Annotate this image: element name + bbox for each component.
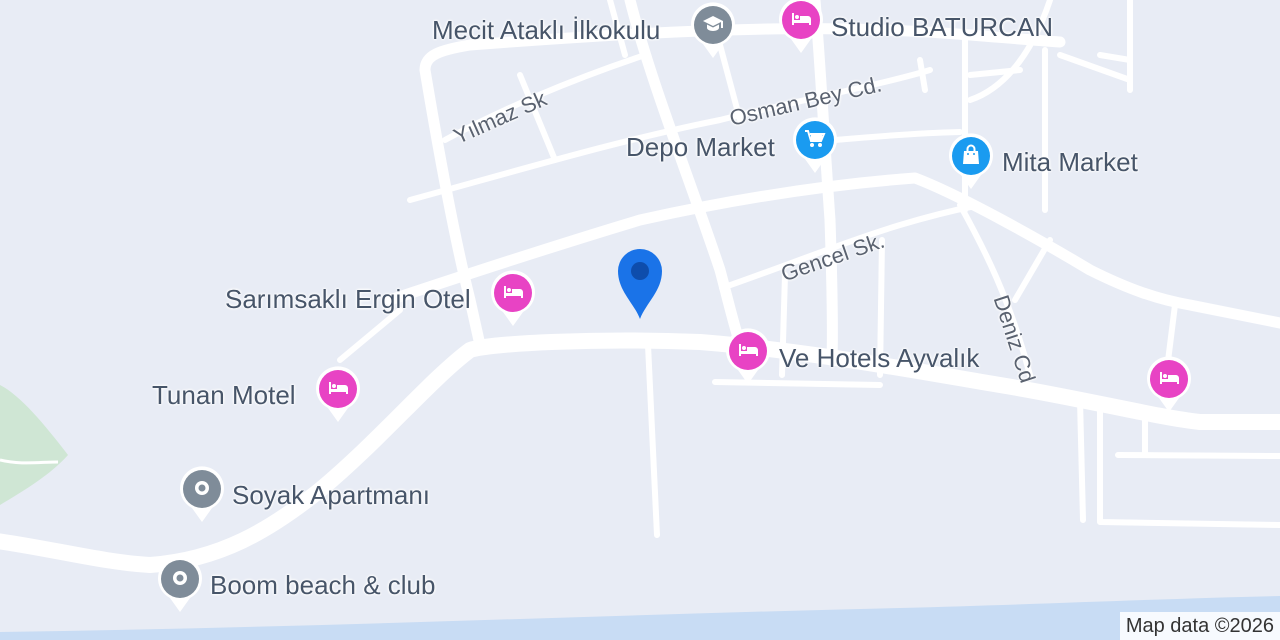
road-minor-19 [1012, 237, 1053, 303]
lodging-pin-studio[interactable] [777, 0, 825, 55]
bed-icon [1160, 372, 1179, 384]
road-minor-5 [832, 129, 963, 143]
place-label-depo[interactable]: Depo Market [626, 132, 775, 162]
circle-icon [195, 481, 209, 495]
generic-pin-boom[interactable] [156, 556, 204, 614]
place-label-ve-hotels[interactable]: Ve Hotels Ayvalık [779, 343, 979, 373]
bed-icon [329, 382, 348, 394]
shopping-pin-mita[interactable] [947, 133, 995, 191]
school-icon [703, 16, 723, 31]
place-label-ergin[interactable]: Sarımsaklı Ergin Otel [225, 284, 471, 314]
lodging-pin-unlabeled[interactable] [1145, 356, 1193, 414]
bed-icon [792, 13, 811, 25]
place-label-tunan[interactable]: Tunan Motel [152, 380, 296, 410]
road-minor-9 [645, 342, 660, 538]
map-attribution[interactable]: Map data ©2026 [1119, 612, 1280, 640]
shopping-bag-icon [963, 144, 979, 164]
road-minor-24 [1115, 452, 1280, 459]
lodging-pin-ergin[interactable] [489, 270, 537, 328]
bed-icon [739, 344, 758, 356]
circle-icon [173, 571, 187, 585]
place-label-school[interactable]: Mecit Ataklı İlkokulu [432, 15, 660, 45]
road-minor-17 [1097, 52, 1133, 63]
bed-icon [504, 286, 523, 298]
lodging-pin-ve-hotels[interactable] [724, 328, 772, 386]
coastal-road [0, 332, 1280, 573]
school-pin[interactable] [689, 2, 737, 60]
park-area [0, 385, 68, 505]
shopping-pin-depo[interactable] [791, 117, 839, 175]
lodging-pin-tunan[interactable] [314, 366, 362, 424]
place-label-boom[interactable]: Boom beach & club [210, 570, 435, 600]
place-label-soyak[interactable]: Soyak Apartmanı [232, 480, 430, 510]
road-minor-12 [917, 57, 928, 93]
road-minor-21 [1077, 397, 1086, 523]
place-label-mita[interactable]: Mita Market [1002, 147, 1138, 177]
generic-pin-soyak[interactable] [178, 466, 226, 524]
location-pin-icon[interactable] [612, 243, 668, 321]
cart-icon [805, 130, 826, 147]
road-minor-10 [337, 307, 403, 363]
place-label-studio[interactable]: Studio BATURCAN [831, 12, 1053, 42]
